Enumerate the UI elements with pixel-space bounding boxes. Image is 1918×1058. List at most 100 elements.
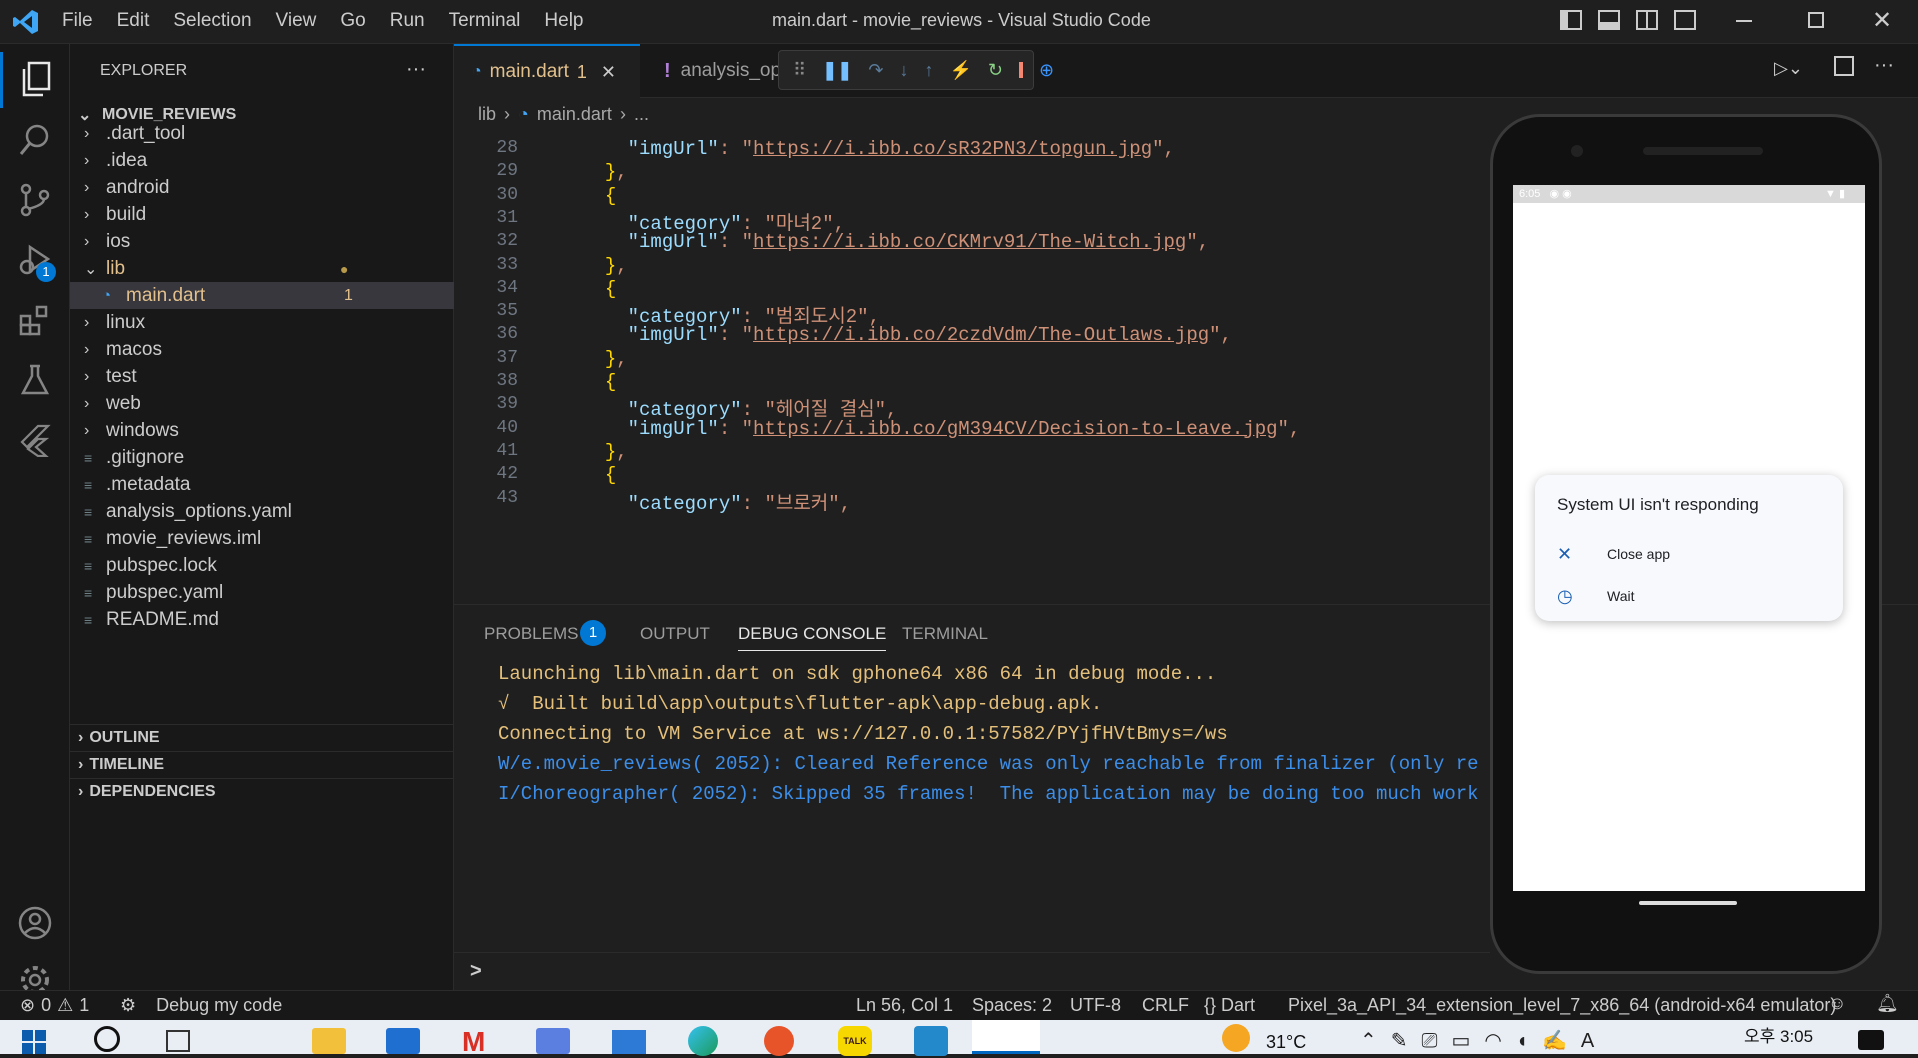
mail-taskbar-icon[interactable]: [612, 1030, 646, 1054]
menu-go[interactable]: Go: [340, 10, 365, 32]
tray-icons[interactable]: ⌃✎⎚▭◠◖✍A: [1360, 1028, 1608, 1053]
explorer-item[interactable]: ≡ .metadata: [70, 471, 454, 498]
menu-help[interactable]: Help: [544, 10, 583, 32]
explorer-item[interactable]: › build: [70, 201, 454, 228]
weather-icon[interactable]: [1222, 1024, 1250, 1052]
task-view-icon[interactable]: [166, 1030, 190, 1052]
code-line[interactable]: },: [582, 348, 628, 370]
run-debug-dropdown-icon[interactable]: ▷⌄: [1774, 58, 1803, 79]
extensions-icon[interactable]: [0, 292, 70, 348]
explorer-icon[interactable]: [0, 52, 70, 108]
recorder-taskbar-icon[interactable]: [764, 1026, 794, 1056]
kakaotalk-taskbar-icon[interactable]: TALK: [838, 1026, 872, 1056]
flutter-icon[interactable]: [0, 412, 70, 468]
menu-selection[interactable]: Selection: [173, 10, 251, 32]
code-line[interactable]: "imgUrl": "https://i.ibb.co/sR32PN3/topg…: [582, 138, 1175, 160]
phone-home-indicator[interactable]: [1639, 901, 1737, 905]
weather-temp[interactable]: 31°C: [1266, 1032, 1306, 1053]
breadcrumb-file[interactable]: main.dart: [537, 104, 612, 125]
explorer-item[interactable]: ≡ pubspec.yaml: [70, 579, 454, 606]
explorer-item[interactable]: › ios: [70, 228, 454, 255]
inspect-widget-icon[interactable]: ⊕: [1039, 60, 1054, 81]
settings-taskbar-icon[interactable]: [536, 1028, 570, 1054]
split-editor-icon[interactable]: [1834, 56, 1854, 76]
explorer-item[interactable]: › test: [70, 363, 454, 390]
editor-more-icon[interactable]: ···: [1874, 54, 1894, 77]
search-icon[interactable]: [0, 112, 70, 168]
explorer-item[interactable]: › .dart_tool: [70, 120, 454, 147]
code-line[interactable]: {: [582, 464, 616, 486]
code-line[interactable]: },: [582, 255, 628, 277]
code-line[interactable]: {: [582, 185, 616, 207]
source-control-icon[interactable]: [0, 172, 70, 228]
feedback-icon[interactable]: ☺: [1828, 993, 1846, 1014]
step-over-icon[interactable]: ↷: [868, 60, 883, 81]
run-debug-icon[interactable]: 1: [0, 232, 70, 288]
restart-icon[interactable]: ↻: [988, 60, 1003, 81]
console-prompt[interactable]: >: [470, 960, 482, 983]
testing-icon[interactable]: [0, 352, 70, 408]
step-into-icon[interactable]: ↓: [899, 60, 908, 81]
explorer-item[interactable]: › macos: [70, 336, 454, 363]
language-mode[interactable]: {} Dart: [1204, 995, 1255, 1016]
notifications-bell-icon[interactable]: 🔔︎: [1876, 993, 1899, 1014]
gmail-taskbar-icon[interactable]: M: [462, 1026, 485, 1058]
explorer-item[interactable]: ⌄ lib ●: [70, 255, 454, 282]
notification-center-icon[interactable]: [1858, 1030, 1884, 1050]
code-line[interactable]: },: [582, 161, 628, 183]
phone-screen[interactable]: 6:05 ◉ ◉ ▼ ▮ System UI isn't responding …: [1513, 185, 1865, 891]
problems-status[interactable]: ⊗ 0 ⚠ 1: [20, 995, 89, 1016]
tab-debug-console[interactable]: DEBUG CONSOLE: [738, 624, 887, 651]
accounts-icon[interactable]: [0, 895, 70, 951]
tab-terminal[interactable]: TERMINAL: [902, 624, 988, 644]
explorer-more-button[interactable]: ···: [406, 58, 426, 81]
drag-handle-icon[interactable]: ⠿: [793, 60, 806, 81]
hot-reload-icon[interactable]: ⚡: [949, 60, 971, 81]
indentation[interactable]: Spaces: 2: [972, 995, 1052, 1016]
section-dependencies[interactable]: › DEPENDENCIES: [70, 778, 454, 805]
windows-start-icon[interactable]: [22, 1030, 46, 1054]
explorer-item[interactable]: › web: [70, 390, 454, 417]
file-explorer-taskbar-icon[interactable]: [312, 1028, 346, 1054]
edge-taskbar-icon[interactable]: [688, 1026, 718, 1056]
code-line[interactable]: {: [582, 371, 616, 393]
wait-option[interactable]: ◷ Wait: [1557, 581, 1827, 611]
code-line[interactable]: "category": "브로커",: [582, 488, 851, 515]
breadcrumb-lib[interactable]: lib: [478, 104, 496, 125]
store-taskbar-icon[interactable]: [386, 1028, 420, 1054]
vscode-taskbar-icon[interactable]: [914, 1026, 948, 1056]
toggle-secondary-sidebar-icon[interactable]: [1636, 10, 1658, 30]
explorer-item[interactable]: ≡ pubspec.lock: [70, 552, 454, 579]
emulator-taskbar-icon[interactable]: [972, 1020, 1040, 1054]
close-app-option[interactable]: ✕ Close app: [1557, 539, 1827, 569]
menu-terminal[interactable]: Terminal: [449, 10, 521, 32]
tab-close-icon[interactable]: ✕: [601, 62, 616, 83]
search-taskbar-icon[interactable]: [94, 1026, 120, 1052]
tab-main-dart[interactable]: ◔ main.dart 1 ✕: [454, 44, 640, 98]
cursor-position[interactable]: Ln 56, Col 1: [856, 995, 953, 1016]
tab-analysis-options[interactable]: ! analysis_op: [640, 44, 800, 98]
explorer-item[interactable]: ≡ analysis_options.yaml: [70, 498, 454, 525]
step-out-icon[interactable]: ↑: [924, 60, 933, 81]
tab-problems[interactable]: PROBLEMS: [484, 624, 578, 644]
line-ending[interactable]: CRLF: [1142, 995, 1189, 1016]
explorer-item[interactable]: › .idea: [70, 147, 454, 174]
toggle-panel-icon[interactable]: [1598, 10, 1620, 30]
code-line[interactable]: "imgUrl": "https://i.ibb.co/CKMrv91/The-…: [582, 231, 1210, 253]
section-timeline[interactable]: › TIMELINE: [70, 751, 454, 778]
explorer-item[interactable]: ≡ movie_reviews.iml: [70, 525, 454, 552]
restore-button[interactable]: [1808, 12, 1824, 28]
encoding[interactable]: UTF-8: [1070, 995, 1121, 1016]
customize-layout-icon[interactable]: [1674, 10, 1696, 30]
menu-file[interactable]: File: [62, 10, 93, 32]
tab-output[interactable]: OUTPUT: [640, 624, 710, 644]
minimize-button[interactable]: [1736, 20, 1752, 22]
section-outline[interactable]: › OUTLINE: [70, 724, 454, 751]
explorer-item[interactable]: ≡ .gitignore: [70, 444, 454, 471]
breadcrumb-more[interactable]: ...: [634, 104, 649, 125]
console-input[interactable]: [454, 952, 1490, 953]
clock-time[interactable]: 오후 3:05: [1744, 1022, 1813, 1047]
explorer-item[interactable]: › linux: [70, 309, 454, 336]
code-line[interactable]: "imgUrl": "https://i.ibb.co/gM394CV/Deci…: [582, 418, 1301, 440]
device-selector[interactable]: Pixel_3a_API_34_extension_level_7_x86_64…: [1288, 995, 1836, 1016]
